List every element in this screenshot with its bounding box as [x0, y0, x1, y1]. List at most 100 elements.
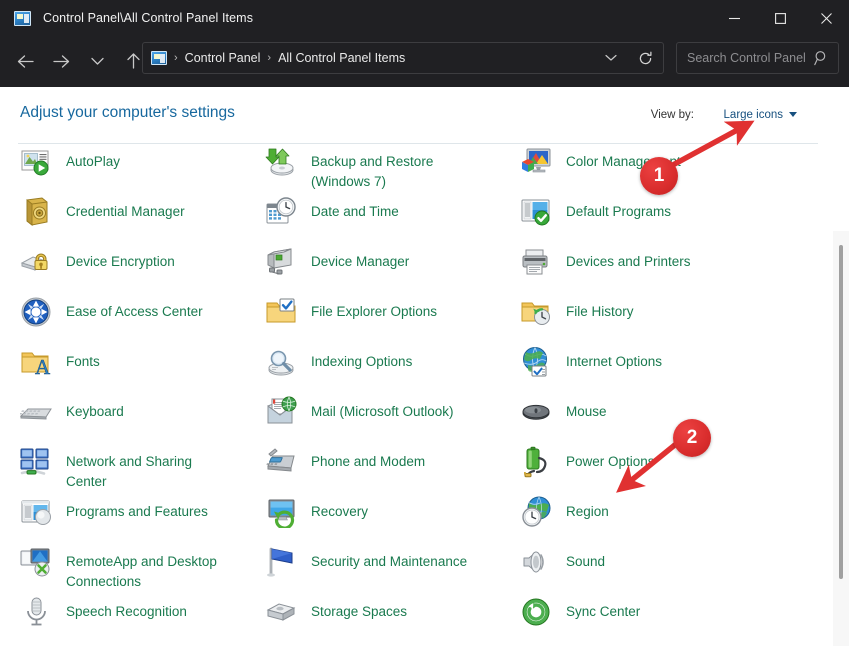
control-panel-item[interactable]: Mail (Microsoft Outlook)	[265, 396, 454, 442]
refresh-icon[interactable]	[638, 43, 653, 73]
control-panel-item-label[interactable]: Power Options	[566, 446, 655, 472]
breadcrumb-separator: ›	[174, 52, 178, 64]
chevron-down-icon[interactable]	[789, 112, 797, 117]
control-panel-item-label[interactable]: Ease of Access Center	[66, 296, 203, 322]
control-panel-item-label[interactable]: Programs and Features	[66, 496, 208, 522]
window-title: Control Panel\All Control Panel Items	[43, 11, 253, 25]
breadcrumb-separator: ›	[267, 52, 271, 64]
control-panel-item[interactable]: Ease of Access Center	[20, 296, 203, 342]
control-panel-item-label[interactable]: Fonts	[66, 346, 100, 372]
control-panel-item-label[interactable]: Device Encryption	[66, 246, 175, 272]
control-panel-item[interactable]: Speech Recognition	[20, 596, 187, 642]
internet-options-icon	[520, 346, 552, 378]
forward-arrow-icon[interactable]	[44, 44, 78, 78]
control-panel-item[interactable]: Devices and Printers	[520, 246, 691, 292]
maximize-button[interactable]	[757, 0, 803, 36]
vertical-scrollbar[interactable]	[833, 231, 849, 646]
address-bar[interactable]: › Control Panel › All Control Panel Item…	[142, 42, 664, 74]
chevron-down-icon[interactable]	[605, 43, 617, 73]
control-panel-item[interactable]: Recovery	[265, 496, 368, 542]
control-panel-item[interactable]: Device Manager	[265, 246, 409, 292]
control-panel-item-label[interactable]: Default Programs	[566, 196, 671, 222]
control-panel-item-label[interactable]: Device Manager	[311, 246, 409, 272]
control-panel-item-label[interactable]: Date and Time	[311, 196, 399, 222]
keyboard-icon	[20, 396, 52, 428]
control-panel-item-label[interactable]: AutoPlay	[66, 146, 120, 172]
control-panel-item[interactable]: Internet Options	[520, 346, 662, 392]
control-panel-item[interactable]: AutoPlay	[20, 146, 120, 192]
recovery-icon	[265, 496, 297, 528]
back-arrow-icon[interactable]	[8, 44, 42, 78]
control-panel-item-label[interactable]: Sync Center	[566, 596, 640, 622]
minimize-button[interactable]	[711, 0, 757, 36]
control-panel-item-label[interactable]: Region	[566, 496, 609, 522]
credential-manager-icon	[20, 196, 52, 228]
device-encryption-icon	[20, 246, 52, 278]
scrollbar-thumb[interactable]	[839, 245, 843, 579]
control-panel-item[interactable]: Keyboard	[20, 396, 124, 442]
control-panel-item[interactable]: RemoteApp and Desktop Connections	[20, 546, 217, 592]
address-control-panel-icon	[151, 51, 167, 65]
control-panel-item[interactable]: Region	[520, 496, 609, 542]
control-panel-item[interactable]: Network and Sharing Center	[20, 446, 192, 492]
control-panel-item-label[interactable]: Sound	[566, 546, 605, 572]
control-panel-item[interactable]: Credential Manager	[20, 196, 185, 242]
breadcrumb-all-control-panel-items[interactable]: All Control Panel Items	[278, 51, 405, 65]
control-panel-item[interactable]: File History	[520, 296, 634, 342]
control-panel-item-label[interactable]: File Explorer Options	[311, 296, 437, 322]
indexing-options-icon	[265, 346, 297, 378]
control-panel-item[interactable]: Programs and Features	[20, 496, 208, 542]
content-header: Adjust your computer's settings View by:…	[0, 87, 849, 143]
annotation-badge-2: 2	[673, 419, 711, 457]
control-panel-item[interactable]: Security and Maintenance	[265, 546, 467, 592]
control-panel-item[interactable]: Sync Center	[520, 596, 640, 642]
control-panel-item-label[interactable]: RemoteApp and Desktop Connections	[66, 546, 217, 592]
svg-text:A: A	[35, 355, 51, 378]
search-control-panel-box[interactable]: Search Control Panel	[676, 42, 839, 74]
recent-locations-chevron-icon[interactable]	[80, 44, 114, 78]
control-panel-item[interactable]: Device Encryption	[20, 246, 175, 292]
sound-icon	[520, 546, 552, 578]
control-panel-item[interactable]: Default Programs	[520, 196, 671, 242]
control-panel-item-label[interactable]: Network and Sharing Center	[66, 446, 192, 492]
control-panel-item[interactable]: A Fonts	[20, 346, 100, 392]
control-panel-item-label[interactable]: Devices and Printers	[566, 246, 691, 272]
breadcrumb-control-panel[interactable]: Control Panel	[185, 51, 261, 65]
control-panel-item[interactable]: Date and Time	[265, 196, 399, 242]
control-panel-item-label[interactable]: File History	[566, 296, 634, 322]
control-panel-item-label[interactable]: Storage Spaces	[311, 596, 407, 622]
control-panel-item-label[interactable]: Indexing Options	[311, 346, 412, 372]
autoplay-icon	[20, 146, 52, 178]
control-panel-item[interactable]: Power Options	[520, 446, 655, 492]
view-by-value[interactable]: Large icons	[724, 109, 783, 121]
control-panel-item-label[interactable]: Recovery	[311, 496, 368, 522]
network-and-sharing-icon	[20, 446, 52, 478]
search-icon	[814, 50, 829, 71]
control-panel-item-label[interactable]: Internet Options	[566, 346, 662, 372]
control-panel-item[interactable]: Indexing Options	[265, 346, 412, 392]
control-panel-item-label[interactable]: Backup and Restore (Windows 7)	[311, 146, 433, 192]
control-panel-item-label[interactable]: Phone and Modem	[311, 446, 425, 472]
search-input[interactable]: Search Control Panel	[687, 51, 806, 65]
mouse-icon	[520, 396, 552, 428]
control-panel-item[interactable]: Backup and Restore (Windows 7)	[265, 146, 433, 192]
control-panel-item-label[interactable]: Mail (Microsoft Outlook)	[311, 396, 454, 422]
control-panel-window: Control Panel\All Control Panel Items ›	[0, 0, 849, 646]
storage-spaces-icon	[265, 596, 297, 628]
security-and-maintenance-icon	[265, 546, 297, 578]
control-panel-item-label[interactable]: Security and Maintenance	[311, 546, 467, 572]
file-history-icon	[520, 296, 552, 328]
control-panel-item[interactable]: Mouse	[520, 396, 607, 442]
devices-and-printers-icon	[520, 246, 552, 278]
control-panel-item-label[interactable]: Keyboard	[66, 396, 124, 422]
control-panel-item[interactable]: Sound	[520, 546, 605, 592]
control-panel-item-label[interactable]: Credential Manager	[66, 196, 185, 222]
close-button[interactable]	[803, 0, 849, 36]
power-options-icon	[520, 446, 552, 478]
sync-center-icon	[520, 596, 552, 628]
control-panel-item[interactable]: Phone and Modem	[265, 446, 425, 492]
control-panel-item[interactable]: File Explorer Options	[265, 296, 437, 342]
control-panel-item[interactable]: Storage Spaces	[265, 596, 407, 642]
control-panel-item-label[interactable]: Mouse	[566, 396, 607, 422]
control-panel-item-label[interactable]: Speech Recognition	[66, 596, 187, 622]
